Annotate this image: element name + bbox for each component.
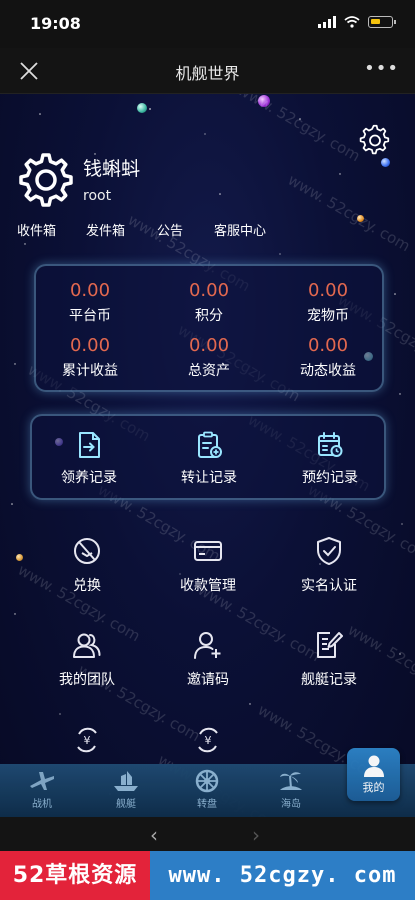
asset-value: 0.00 bbox=[307, 280, 349, 301]
planet-blue bbox=[381, 158, 390, 167]
announcement-link[interactable]: 公告 bbox=[157, 220, 183, 239]
status-time: 19:08 bbox=[30, 14, 81, 33]
quick-links: 收件箱 发件箱 公告 客服中心 bbox=[0, 220, 300, 240]
shield-check-icon bbox=[317, 537, 341, 565]
nav-label: 舰艇 bbox=[116, 799, 136, 810]
settings-icon[interactable] bbox=[359, 124, 391, 156]
planet-teal bbox=[137, 103, 147, 113]
asset-value: 0.00 bbox=[69, 280, 111, 301]
banner-brand: 52草根资源 bbox=[0, 851, 150, 900]
asset-dynamic-earnings: 0.00 动态收益 bbox=[270, 335, 386, 380]
username: 钱蝌蚪 bbox=[83, 158, 141, 180]
reservation-record-icon bbox=[318, 432, 343, 457]
asset-label: 平台币 bbox=[69, 308, 111, 324]
main-panel: www. 52cgzy. com www. 52cgzy. com www. 52c… bbox=[0, 94, 415, 817]
coin-exchange-icon[interactable]: ¥ bbox=[73, 726, 101, 754]
user-icon bbox=[363, 755, 384, 777]
user-id: root bbox=[83, 188, 112, 204]
team-icon bbox=[73, 633, 101, 658]
nav-wheel[interactable]: 转盘 bbox=[172, 764, 242, 817]
realname-auth-button[interactable]: 实名认证 bbox=[269, 535, 389, 595]
asset-label: 动态收益 bbox=[300, 363, 356, 379]
document-edit-icon bbox=[317, 632, 343, 658]
status-icons bbox=[318, 16, 396, 28]
transfer-record-button[interactable]: 转让记录 bbox=[154, 430, 264, 487]
page-title: 机舰世界 bbox=[175, 64, 240, 83]
nav-bar: 机舰世界 ••• bbox=[0, 48, 415, 94]
browser-toolbar: ‹ › bbox=[0, 817, 415, 851]
customer-service-link[interactable]: 客服中心 bbox=[214, 220, 266, 239]
wheel-icon bbox=[195, 769, 219, 793]
asset-label: 累计收益 bbox=[62, 363, 118, 379]
invite-user-icon bbox=[194, 632, 221, 659]
asset-label: 积分 bbox=[195, 308, 223, 324]
grid-label: 舰艇记录 bbox=[301, 672, 357, 688]
nav-ship[interactable]: 舰艇 bbox=[91, 764, 161, 817]
signal-icon bbox=[318, 16, 336, 28]
tile-label: 转让记录 bbox=[181, 470, 237, 486]
records-card: 领养记录 转让记录 预约记录 bbox=[30, 414, 386, 500]
coin-exchange-icon[interactable]: ¥ bbox=[194, 726, 222, 754]
invite-code-button[interactable]: 邀请码 bbox=[148, 629, 268, 689]
island-icon bbox=[280, 772, 302, 790]
svg-text:¥: ¥ bbox=[205, 734, 212, 747]
payment-manage-button[interactable]: 收款管理 bbox=[148, 535, 268, 595]
tile-label: 预约记录 bbox=[302, 470, 358, 486]
asset-value: 0.00 bbox=[307, 335, 349, 356]
nav-mine[interactable]: 我的 bbox=[347, 748, 400, 801]
planet-purple bbox=[258, 95, 270, 107]
wifi-icon bbox=[344, 16, 360, 28]
asset-value: 0.00 bbox=[188, 335, 230, 356]
reservation-record-button[interactable]: 预约记录 bbox=[275, 430, 385, 487]
nav-label: 我的 bbox=[362, 781, 385, 794]
planet-orange bbox=[357, 215, 364, 222]
grid-label: 兑换 bbox=[73, 578, 101, 594]
inbox-link[interactable]: 收件箱 bbox=[17, 220, 56, 239]
game-nav: 战机 舰艇 转盘 海岛 我的 bbox=[0, 748, 415, 817]
asset-value: 0.00 bbox=[69, 335, 111, 356]
banner-url: www. 52cgzy. com bbox=[168, 863, 397, 888]
grid-label: 邀请码 bbox=[187, 672, 229, 688]
asset-total-assets: 0.00 总资产 bbox=[151, 335, 267, 380]
asset-platform-coin: 0.00 平台币 bbox=[32, 280, 148, 325]
promo-banner[interactable]: 52草根资源 www. 52cgzy. com bbox=[0, 851, 415, 900]
card-icon bbox=[194, 541, 222, 561]
nav-island[interactable]: 海岛 bbox=[256, 764, 326, 817]
grid-label: 收款管理 bbox=[180, 578, 236, 594]
more-button[interactable]: ••• bbox=[364, 58, 399, 79]
forward-button[interactable]: › bbox=[252, 823, 260, 847]
planet-amber bbox=[16, 554, 23, 561]
battery-icon bbox=[368, 16, 396, 28]
asset-label: 宠物币 bbox=[307, 308, 349, 324]
exchange-icon bbox=[74, 538, 100, 564]
ship-icon bbox=[114, 771, 138, 791]
grid-label: 实名认证 bbox=[301, 578, 357, 594]
status-bar: 19:08 bbox=[0, 0, 415, 48]
grid-label: 我的团队 bbox=[59, 672, 115, 688]
back-button[interactable]: ‹ bbox=[150, 823, 158, 847]
avatar[interactable] bbox=[16, 150, 76, 210]
tile-label: 领养记录 bbox=[61, 470, 117, 486]
exchange-button[interactable]: 兑换 bbox=[27, 535, 147, 595]
adopt-record-button[interactable]: 领养记录 bbox=[34, 430, 144, 487]
transfer-record-icon bbox=[198, 431, 222, 458]
my-team-button[interactable]: 我的团队 bbox=[27, 629, 147, 689]
nav-label: 战机 bbox=[32, 799, 52, 810]
fighter-icon bbox=[30, 772, 54, 790]
nav-fighter[interactable]: 战机 bbox=[7, 764, 77, 817]
nav-label: 转盘 bbox=[197, 799, 217, 810]
asset-points: 0.00 积分 bbox=[151, 280, 267, 325]
ship-record-button[interactable]: 舰艇记录 bbox=[269, 629, 389, 689]
asset-pet-coin: 0.00 宠物币 bbox=[270, 280, 386, 325]
outbox-link[interactable]: 发件箱 bbox=[86, 220, 125, 239]
adopt-record-icon bbox=[79, 432, 100, 458]
asset-value: 0.00 bbox=[188, 280, 230, 301]
svg-text:¥: ¥ bbox=[84, 734, 91, 747]
assets-card: 0.00 平台币 0.00 积分 0.00 宠物币 0.00 累计收益 0.00… bbox=[34, 264, 384, 392]
asset-total-earnings: 0.00 累计收益 bbox=[32, 335, 148, 380]
nav-label: 海岛 bbox=[281, 799, 301, 810]
asset-label: 总资产 bbox=[188, 363, 230, 379]
